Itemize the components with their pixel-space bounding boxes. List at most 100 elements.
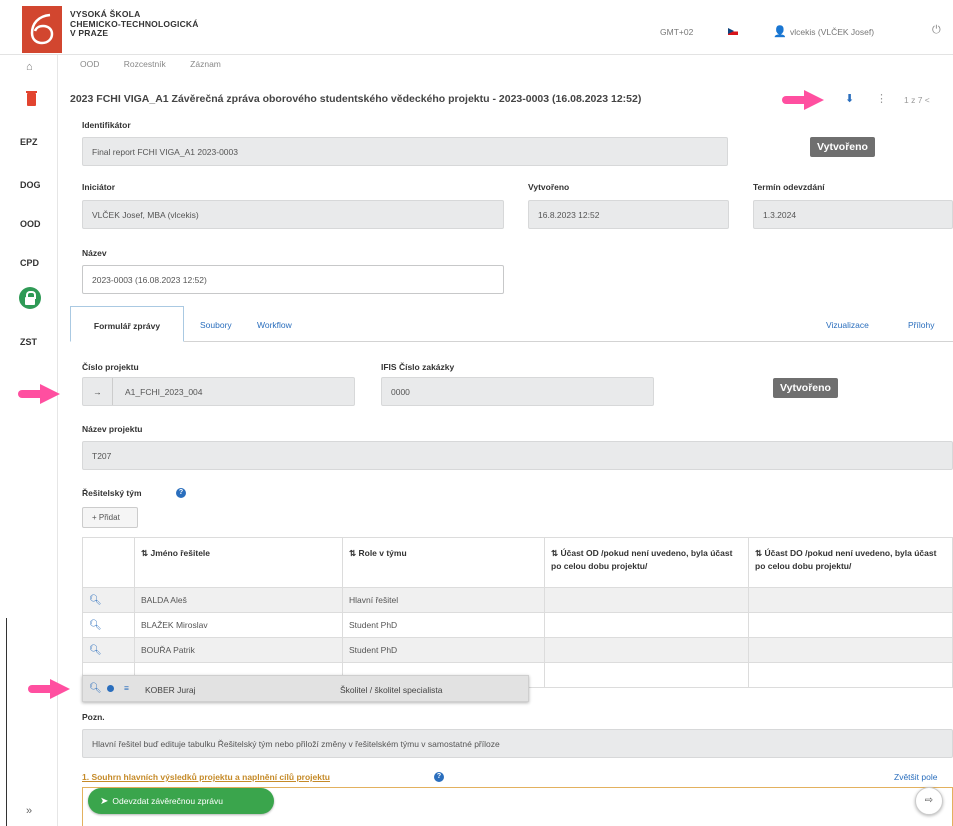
tab-visualization[interactable]: Vizualizace: [826, 306, 869, 342]
member-from: [544, 637, 749, 663]
pointer-arrow-annotation: [782, 90, 826, 110]
czech-flag-icon[interactable]: [728, 28, 738, 35]
sidebar-item-dog[interactable]: DOG: [20, 180, 41, 190]
member-from: [544, 662, 749, 688]
member-from: [544, 587, 749, 613]
breadcrumb: OOD Rozcestník Záznam: [62, 59, 243, 75]
project-name-label: Název projektu: [82, 424, 143, 434]
note-label: Pozn.: [82, 712, 105, 722]
submit-report-button[interactable]: ➤ Odevzdat závěrečnou zprávu: [88, 788, 274, 814]
tab-form[interactable]: Formulář zprávy: [70, 306, 184, 342]
logout-icon[interactable]: ⏻: [932, 24, 941, 37]
dragged-table-row[interactable]: 🔍︎ ≡ KOBER Juraj Školitel / školitel spe…: [82, 675, 529, 702]
project-number-field[interactable]: → A1_FCHI_2023_004: [82, 377, 355, 406]
member-role: Hlavní řešitel: [342, 587, 545, 613]
created-label: Vytvořeno: [528, 182, 570, 192]
search-icon[interactable]: 🔍︎: [89, 595, 102, 606]
submit-report-label: Odevzdat závěrečnou zprávu: [112, 796, 223, 806]
status-badge: Vytvořeno: [810, 137, 875, 157]
double-chevron-right-icon[interactable]: »: [26, 805, 32, 817]
home-icon[interactable]: ⌂: [26, 61, 33, 73]
tab-files[interactable]: Soubory: [200, 306, 232, 342]
sidebar-item-zst[interactable]: ZST: [20, 337, 37, 347]
drag-handle-icon[interactable]: ≡: [124, 683, 129, 693]
name-label: Název: [82, 248, 107, 258]
member-to: [748, 612, 953, 638]
sidebar-item-cpd[interactable]: CPD: [20, 258, 39, 268]
table-header-actions: [82, 537, 135, 588]
timezone[interactable]: GMT+02: [660, 27, 693, 37]
member-to: [748, 587, 953, 613]
initiator-label: Iniciátor: [82, 182, 116, 192]
project-number-label: Číslo projektu: [82, 362, 139, 372]
ifis-label: IFIS Číslo zakázky: [381, 362, 455, 372]
download-icon[interactable]: ⬇: [845, 92, 854, 105]
member-name: BOUŘA Patrik: [134, 637, 343, 663]
identifier-label: Identifikátor: [82, 120, 131, 130]
member-to: [748, 637, 953, 663]
breadcrumb-item-ood[interactable]: OOD: [80, 59, 99, 69]
search-icon[interactable]: 🔍︎: [89, 683, 102, 694]
name-input[interactable]: 2023-0003 (16.08.2023 12:52): [82, 265, 504, 294]
send-icon: ➤: [100, 796, 109, 807]
exit-icon[interactable]: ⇨: [915, 787, 943, 815]
user-icon[interactable]: 👤: [773, 25, 787, 38]
note-field: Hlavní řešitel buď edituje tabulku Řešit…: [82, 729, 953, 758]
logo-icon: [30, 13, 54, 45]
table-header-to[interactable]: ⇅ Účast DO /pokud není uvedeno, byla úča…: [748, 537, 953, 588]
help-icon[interactable]: ?: [434, 772, 444, 782]
school-logo[interactable]: [22, 6, 62, 53]
member-name: KOBER Juraj: [145, 685, 196, 695]
more-vertical-icon[interactable]: ⋮: [876, 92, 887, 105]
search-icon[interactable]: 🔍︎: [89, 645, 102, 656]
tab-attachments[interactable]: Přílohy: [908, 306, 934, 342]
table-row[interactable]: 🔍︎ BOUŘA Patrik Student PhD: [82, 637, 953, 663]
deadline-field: 1.3.2024: [753, 200, 953, 229]
member-role: Student PhD: [342, 612, 545, 638]
breadcrumb-item-zaznam[interactable]: Záznam: [190, 59, 221, 69]
pager[interactable]: 1 z 7 <: [904, 95, 930, 105]
table-row[interactable]: 🔍︎ BALDA Aleš Hlavní řešitel: [82, 587, 953, 613]
left-divider: [6, 618, 7, 826]
school-name-line3: V PRAZE: [70, 28, 109, 38]
section-title: 1. Souhrn hlavních výsledků projektu a n…: [82, 772, 330, 782]
project-number-value: A1_FCHI_2023_004: [125, 387, 203, 397]
add-member-button[interactable]: + Přidat: [82, 507, 138, 528]
lock-icon[interactable]: [19, 287, 41, 309]
project-name-field: T207: [82, 441, 953, 470]
table-header-from[interactable]: ⇅ Účast OD /pokud není uvedeno, byla úča…: [544, 537, 749, 588]
pointer-arrow-annotation: [28, 679, 72, 699]
search-icon[interactable]: 🔍︎: [89, 620, 102, 631]
initiator-field: VLČEK Josef, MBA (vlcekis): [82, 200, 504, 229]
help-icon[interactable]: ?: [176, 488, 186, 498]
pointer-arrow-annotation: [18, 384, 62, 404]
table-header-name[interactable]: ⇅ Jméno řešitele: [134, 537, 343, 588]
created-field: 16.8.2023 12:52: [528, 200, 729, 229]
arrow-right-icon[interactable]: →: [83, 378, 113, 405]
table-row[interactable]: 🔍︎ BLAŽEK Miroslav Student PhD: [82, 612, 953, 638]
member-from: [544, 612, 749, 638]
member-name: BLAŽEK Miroslav: [134, 612, 343, 638]
member-role: Student PhD: [342, 637, 545, 663]
page-title: 2023 FCHI VIGA_A1 Závěrečná zpráva oboro…: [70, 93, 642, 105]
tab-workflow[interactable]: Workflow: [257, 306, 292, 342]
trash-icon[interactable]: [26, 91, 37, 106]
edit-icon[interactable]: [107, 685, 114, 692]
team-table: ⇅ Jméno řešitele ⇅ Role v týmu ⇅ Účast O…: [82, 537, 953, 688]
tab-bar: Formulář zprávy Soubory Workflow Vizuali…: [70, 306, 953, 342]
sidebar: [0, 55, 58, 826]
team-label: Řešitelský tým: [82, 488, 142, 498]
member-role: Školitel / školitel specialista: [340, 685, 443, 695]
expand-field-link[interactable]: Zvětšit pole: [894, 772, 937, 782]
breadcrumb-item-rozcestnik[interactable]: Rozcestník: [124, 59, 166, 69]
member-to: [748, 662, 953, 688]
sidebar-item-epz[interactable]: EPZ: [20, 137, 38, 147]
user-name[interactable]: vlcekis (VLČEK Josef): [790, 27, 874, 37]
table-header-role[interactable]: ⇅ Role v týmu: [342, 537, 545, 588]
member-name: BALDA Aleš: [134, 587, 343, 613]
deadline-label: Termín odevzdání: [753, 182, 825, 192]
ifis-field: 0000: [381, 377, 654, 406]
sidebar-item-ood[interactable]: OOD: [20, 219, 41, 229]
identifier-field: Final report FCHI VIGA_A1 2023-0003: [82, 137, 728, 166]
top-bar: VYSOKÁ ŠKOLA CHEMICKO-TECHNOLOGICKÁ V PR…: [0, 0, 953, 55]
